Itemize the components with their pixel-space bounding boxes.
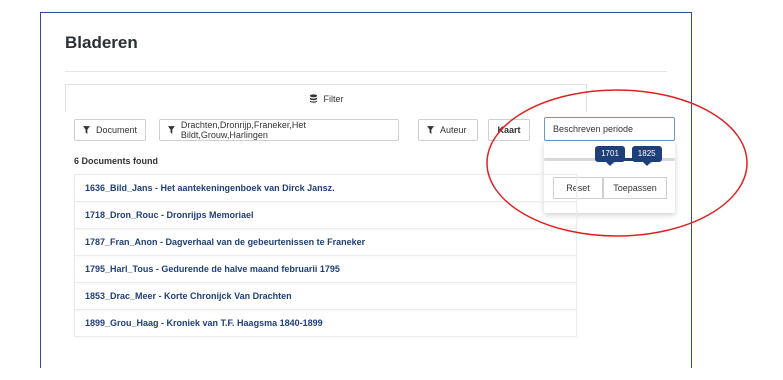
annotation-circle [486,89,748,237]
